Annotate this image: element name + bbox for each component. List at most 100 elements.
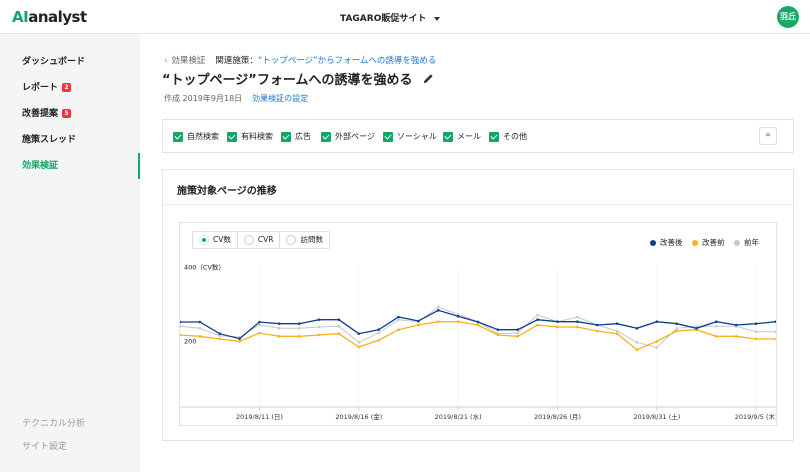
data-point [377, 331, 380, 335]
top-bar: AIanalyst TAGARO販促サイト 羽丘 [0, 0, 810, 34]
tab-label: CV数 [213, 235, 231, 244]
legend-label: 改善後 [660, 238, 683, 247]
filter-social[interactable]: ソーシャル [383, 131, 437, 142]
filter-label: ソーシャル [397, 132, 437, 141]
sidebar-item-label: 効果検証 [22, 161, 59, 171]
series-line [180, 306, 776, 349]
sidebar-item-site-settings[interactable]: サイト設定 [22, 439, 67, 452]
settings-link[interactable]: 効果検証の設定 [252, 94, 308, 103]
filter-label: 外部ページ [335, 132, 375, 141]
data-point [317, 318, 321, 321]
legend-label: 前年 [744, 238, 759, 247]
radio-icon [199, 235, 209, 245]
related-link[interactable]: “トップページ”からフォームへの誘導を強める [258, 56, 436, 66]
site-name: TAGARO販促サイト [340, 14, 427, 24]
sidebar-item-dashboard[interactable]: ダッシュボード [0, 49, 140, 75]
sidebar-item-verification[interactable]: 効果検証 [0, 153, 140, 179]
logo[interactable]: AIanalyst [12, 8, 87, 26]
sidebar-item-threads[interactable]: 施策スレッド [0, 127, 140, 153]
legend-before: 改善前 [692, 237, 725, 248]
data-point [337, 332, 341, 335]
data-point [615, 322, 619, 325]
pencil-icon[interactable] [423, 73, 434, 88]
data-point [476, 320, 480, 324]
data-point [238, 337, 241, 340]
legend-last-year: 前年 [734, 237, 759, 248]
link-icon[interactable]: ⚭ [759, 127, 777, 145]
filter-label: 有料検索 [241, 132, 273, 141]
breadcrumb-back[interactable]: 効果検証 [171, 56, 205, 66]
data-point [456, 315, 460, 318]
x-tick-label: 2019/8/31 (土) [633, 412, 680, 421]
tab-cvr[interactable]: CVR [238, 232, 281, 248]
chevron-left-icon[interactable]: ‹ [164, 56, 167, 66]
logo-mark: AI [12, 8, 29, 26]
data-point [576, 315, 579, 319]
tab-visits[interactable]: 訪問数 [280, 232, 329, 248]
checkbox-icon [281, 131, 291, 142]
data-point [258, 331, 261, 335]
data-point [258, 320, 261, 324]
sidebar-item-proposals[interactable]: 改善提案 5 [0, 101, 140, 127]
data-point [198, 335, 202, 338]
chevron-down-icon [434, 16, 441, 21]
checkbox-icon [321, 131, 331, 142]
site-selector[interactable]: TAGARO販促サイト [340, 11, 441, 24]
filter-mail[interactable]: メール [443, 131, 481, 142]
data-point [675, 329, 678, 333]
filter-organic[interactable]: 自然検索 [173, 131, 219, 142]
data-point [516, 335, 520, 338]
data-point [774, 330, 776, 333]
sidebar: ダッシュボード レポート 2 改善提案 5 施策スレッド 効果検証 テクニカル分析 … [0, 34, 140, 472]
sidebar-item-reports[interactable]: レポート 2 [0, 75, 140, 101]
count-badge: 5 [62, 109, 72, 118]
data-point [675, 327, 678, 330]
main-content: ‹ 効果検証 関連施策：“トップページ”からフォームへの誘導を強める “トップページ… [140, 34, 810, 472]
sidebar-item-label: ダッシュボード [22, 57, 86, 67]
data-point [754, 330, 758, 333]
radio-icon [286, 235, 297, 245]
data-point [337, 318, 341, 321]
data-point [476, 323, 480, 327]
data-point [297, 327, 301, 330]
data-point [695, 327, 698, 330]
tab-cv[interactable]: CV数 [193, 232, 238, 248]
card-title: 施策対象ページの推移 [177, 186, 277, 197]
filter-ads[interactable]: 広告 [281, 131, 311, 142]
filter-other[interactable]: その他 [489, 131, 527, 142]
sidebar-item-label: レポート [22, 83, 59, 93]
data-point [238, 340, 241, 343]
data-point [198, 320, 202, 324]
checkbox-icon [383, 131, 393, 142]
y-tick-label: 400（CV数） [184, 263, 225, 272]
data-point [595, 329, 599, 333]
data-point [595, 323, 599, 327]
sidebar-item-technical[interactable]: テクニカル分析 [22, 416, 85, 429]
chart-box: 400（CV数） 200 2019/8/11 (日) 2019/8/16 (金) 201… [179, 222, 777, 426]
data-point [615, 329, 619, 333]
data-point [715, 325, 718, 328]
data-point [436, 305, 440, 309]
data-point [180, 320, 182, 324]
data-point [436, 320, 440, 323]
data-point [278, 327, 281, 330]
filter-label: メール [457, 132, 481, 141]
tab-label: CVR [257, 235, 274, 244]
data-point [377, 328, 380, 331]
data-point [258, 323, 261, 327]
data-point [417, 319, 420, 323]
data-point [576, 325, 579, 329]
data-point [357, 332, 361, 335]
filter-paid[interactable]: 有料検索 [227, 131, 273, 142]
avatar[interactable]: 羽丘 [777, 6, 799, 28]
data-point [635, 341, 639, 344]
data-point [675, 322, 678, 325]
filter-external[interactable]: 外部ページ [321, 131, 375, 142]
x-tick-label: 2019/8/11 (日) [236, 413, 283, 421]
data-point [218, 337, 222, 341]
data-point [180, 325, 182, 328]
data-point [774, 320, 776, 323]
data-point [297, 335, 301, 338]
checkbox-icon [173, 131, 183, 142]
data-point [536, 318, 539, 321]
